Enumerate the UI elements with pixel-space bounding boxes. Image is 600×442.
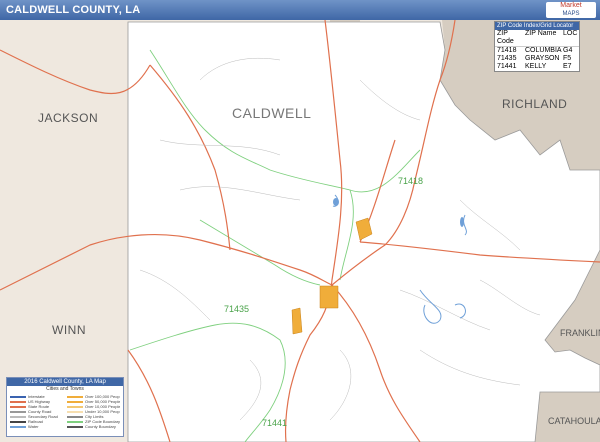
legend-swatch xyxy=(10,405,26,408)
zip-label: 71441 xyxy=(262,418,287,428)
table-row: 71441 KELLY E7 xyxy=(495,63,579,71)
brand-line1: Market xyxy=(560,2,582,9)
zip-label: 71435 xyxy=(224,304,249,314)
legend-swatch xyxy=(67,400,83,403)
legend-subtitle: Cities and Towns xyxy=(46,386,84,392)
loc-cell: E7 xyxy=(563,63,572,70)
legend-item-label: Water xyxy=(28,424,39,429)
legend-title: 2016 Caldwell County, LA Map xyxy=(7,378,123,386)
franklin-label: FRANKLIN xyxy=(560,328,600,338)
legend-swatch xyxy=(10,400,26,403)
legend-items: Interstate Over 100,000 People US Highway O… xyxy=(7,393,123,430)
zip-code-cell: 71441 xyxy=(497,63,517,70)
richland-label: RICHLAND xyxy=(502,97,567,111)
table-row: 71435 GRAYSON F5 xyxy=(495,55,579,63)
legend-swatch xyxy=(67,415,83,418)
legend-swatch xyxy=(10,410,26,413)
legend-swatch xyxy=(67,420,83,423)
zip-name-cell: KELLY xyxy=(525,63,547,70)
table-row: 71418 COLUMBIA G4 xyxy=(495,47,579,55)
legend-swatch xyxy=(10,425,26,428)
lake xyxy=(333,198,339,206)
legend-item: County Boundary xyxy=(67,424,120,429)
zip-code-cell: 71418 xyxy=(497,47,517,54)
zip-name-cell: COLUMBIA xyxy=(525,47,562,54)
legend-swatch xyxy=(10,420,26,423)
legend-swatch xyxy=(67,425,83,428)
zip-table-title: ZIP Code Index/Grid Locator xyxy=(495,22,579,30)
legend-swatch xyxy=(10,415,26,418)
legend-item: Water xyxy=(10,424,63,429)
legend-swatch xyxy=(10,395,26,398)
map-title: CALDWELL COUNTY, LA xyxy=(6,4,141,16)
legend-swatch xyxy=(67,395,83,398)
zip-label: 71418 xyxy=(398,176,423,186)
county-label: CALDWELL xyxy=(232,105,311,121)
city-columbia xyxy=(319,285,339,309)
catahoula-label: CATAHOULA xyxy=(548,416,600,426)
jackson-label: JACKSON xyxy=(38,111,98,125)
city-kelly xyxy=(291,307,303,335)
zip-code-cell: 71435 xyxy=(497,55,517,62)
map-legend: 2016 Caldwell County, LA Map Cities and … xyxy=(6,377,124,437)
legend-swatch xyxy=(67,410,83,413)
legend-swatch xyxy=(67,405,83,408)
title-bar: CALDWELL COUNTY, LA Market MAPS xyxy=(0,0,600,20)
column-header: ZIP Code xyxy=(497,30,514,45)
zip-name-cell: GRAYSON xyxy=(525,55,560,62)
loc-cell: G4 xyxy=(563,47,573,54)
map-page: CALDWELL COUNTY, LA Market MAPS JACKSON … xyxy=(0,0,600,442)
column-header: LOC xyxy=(563,30,578,37)
zip-index-table: ZIP Code Index/Grid Locator ZIP Code ZIP… xyxy=(494,21,580,72)
column-header: ZIP Name xyxy=(525,30,557,37)
brand-logo: Market MAPS xyxy=(546,2,596,18)
legend-item-label: County Boundary xyxy=(85,424,116,429)
brand-line2: MAPS xyxy=(562,11,580,17)
winn-label: WINN xyxy=(52,323,86,337)
zip-table-header: ZIP Code ZIP Name LOC xyxy=(495,30,579,47)
lake xyxy=(460,217,464,227)
loc-cell: F5 xyxy=(563,55,572,62)
